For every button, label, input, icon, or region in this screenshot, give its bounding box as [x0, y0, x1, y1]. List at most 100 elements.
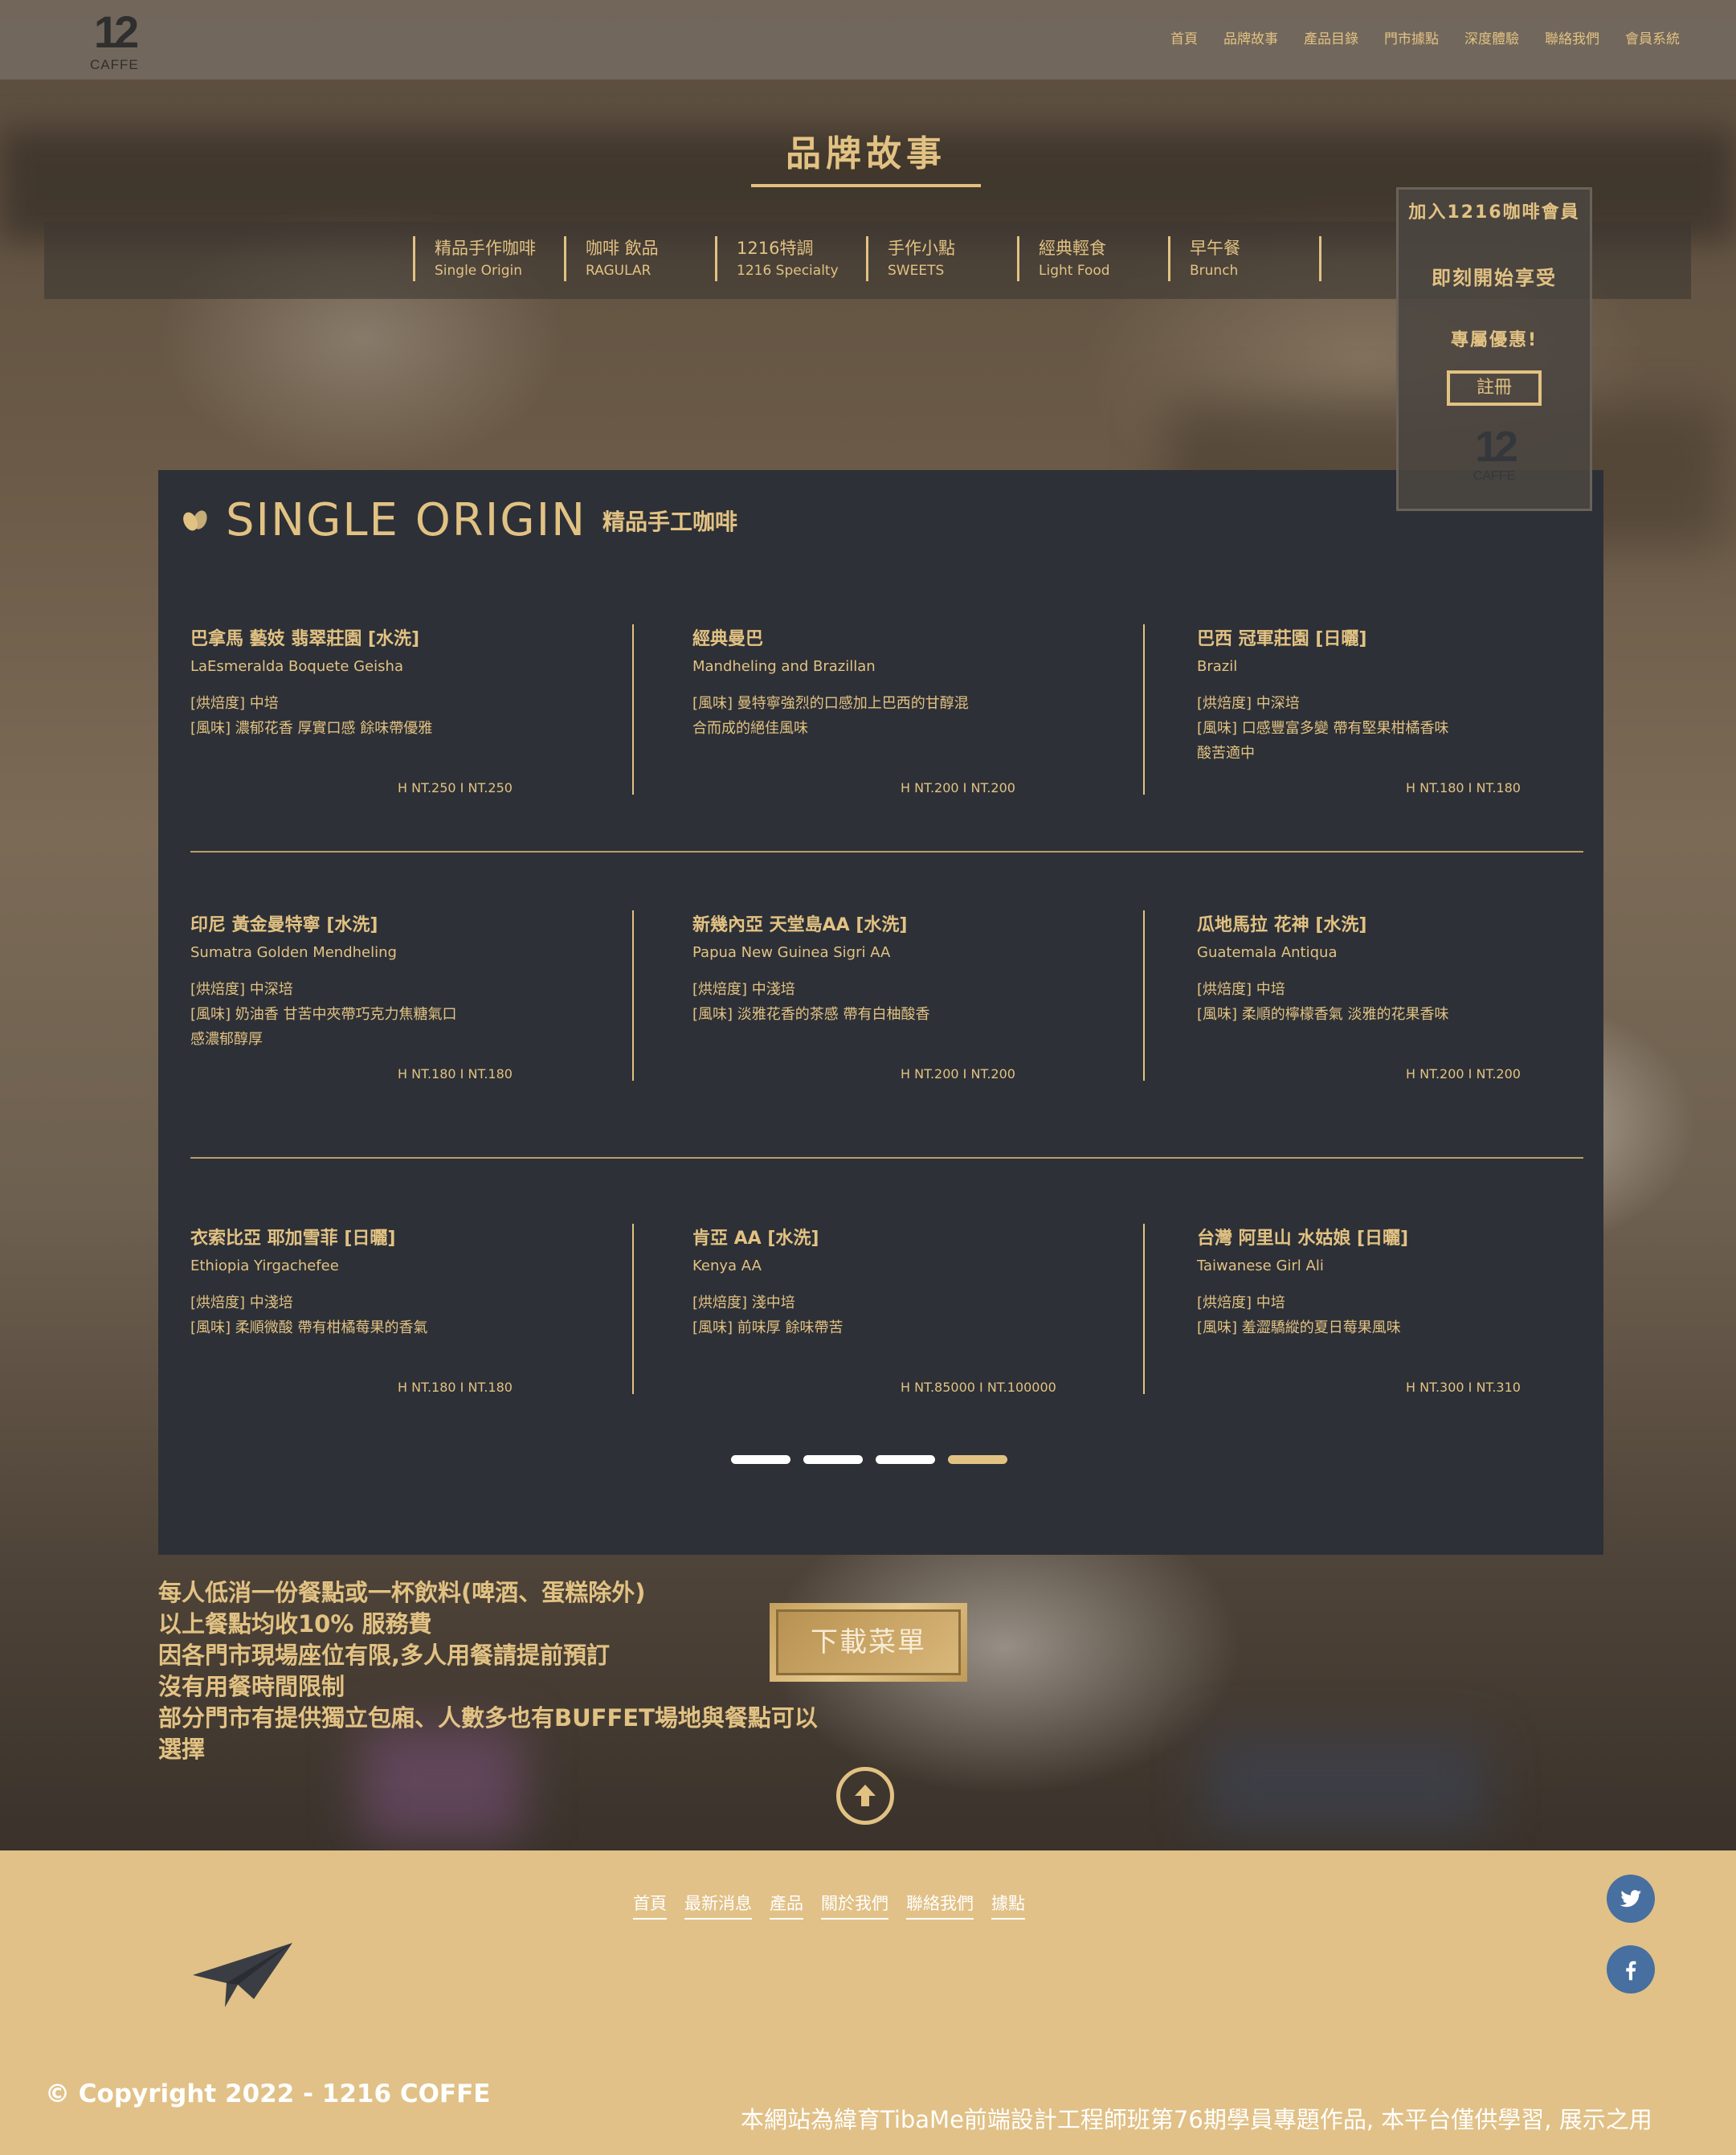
- category-label: 早午餐: [1190, 239, 1240, 258]
- item-price: H NT.200 I NT.200: [901, 1066, 1015, 1082]
- facebook-icon: [1626, 1961, 1636, 1981]
- category-specialty[interactable]: 1216特調 1216 Specialty: [715, 236, 839, 281]
- item-english-name: Mandheling and Brazillan: [692, 658, 876, 675]
- note-line: 每人低消一份餐點或一杯飲料(啤酒、蛋糕除外): [158, 1579, 646, 1606]
- category-light-food[interactable]: 經典輕食 Light Food: [1017, 236, 1110, 281]
- item-english-name: Guatemala Antiqua: [1197, 944, 1338, 961]
- item-detail: [風味] 羞澀驕縱的夏日莓果風味: [1197, 1319, 1401, 1336]
- menu-panel: SINGLE ORIGIN 精品手工咖啡 巴拿馬 藝妓 翡翠莊園 [水洗] La…: [158, 470, 1603, 1555]
- paper-plane-icon: [193, 1943, 292, 2007]
- disclaimer-text: 本網站為緯育TibaMe前端設計工程師班第76期學員專題作品, 本平台僅供學習,…: [741, 2106, 1652, 2133]
- column-divider: [632, 624, 634, 795]
- carousel-dot[interactable]: [731, 1455, 790, 1464]
- item-english-name: Taiwanese Girl Ali: [1197, 1257, 1324, 1274]
- category-regular[interactable]: 咖啡 飲品 RAGULAR: [564, 236, 659, 281]
- column-divider: [632, 910, 634, 1081]
- item-name: 巴拿馬 藝妓 翡翠莊園 [水洗]: [190, 629, 420, 649]
- logo[interactable]: 12 CAFFE: [90, 6, 139, 76]
- footer-nav: 首頁 最新消息 產品 關於我們 聯絡我們 據點: [633, 1891, 1025, 1920]
- title-underline: [751, 184, 981, 187]
- menu-item: 巴西 冠軍莊園 [日曬] Brazil [烘焙度] 中深培 [風味] 口感豐富多…: [1197, 624, 1647, 766]
- category-sweets[interactable]: 手作小點 SWEETS: [866, 236, 955, 281]
- footer-link-news[interactable]: 最新消息: [684, 1891, 752, 1920]
- menu-subtitle: 精品手工咖啡: [602, 508, 738, 535]
- twitter-button[interactable]: [1607, 1875, 1655, 1923]
- item-detail: [烘焙度] 淺中培: [692, 1294, 795, 1311]
- item-detail: [烘焙度] 中深培: [1197, 695, 1300, 712]
- nav-products[interactable]: 產品目錄: [1304, 27, 1358, 47]
- carousel-dot-active[interactable]: [948, 1455, 1007, 1464]
- item-detail: [烘焙度] 中培: [190, 695, 279, 712]
- nav-home[interactable]: 首頁: [1170, 27, 1198, 47]
- item-detail: [風味] 奶油香 甘苦中夾帶巧克力焦糖氣口: [190, 1006, 457, 1023]
- main-nav: 首頁 品牌故事 產品目錄 門市據點 深度體驗 聯絡我們 會員系統: [1170, 27, 1680, 47]
- note-line: 沒有用餐時間限制: [158, 1673, 345, 1700]
- item-detail: 酸苦適中: [1197, 745, 1255, 762]
- item-english-name: Kenya AA: [692, 1257, 762, 1274]
- menu-item: 衣索比亞 耶加雪菲 [日曬] Ethiopia Yirgachefee [烘焙度…: [190, 1224, 640, 1340]
- item-detail: [風味] 柔順微酸 帶有柑橘莓果的香氣: [190, 1319, 428, 1336]
- category-label: 咖啡 飲品: [586, 239, 659, 258]
- coffee-bean-icon: [180, 508, 210, 533]
- facebook-button[interactable]: [1607, 1945, 1655, 1993]
- category-divider: [1319, 236, 1321, 281]
- item-price: H NT.85000 I NT.100000: [901, 1380, 1056, 1395]
- menu-item: 印尼 黃金曼特寧 [水洗] Sumatra Golden Mendheling …: [190, 910, 640, 1052]
- note-line: 以上餐點均收10% 服務費: [158, 1610, 432, 1638]
- footer-link-about[interactable]: 關於我們: [821, 1891, 888, 1920]
- column-divider: [1143, 910, 1145, 1081]
- carousel-dot[interactable]: [803, 1455, 863, 1464]
- item-price: H NT.300 I NT.310: [1406, 1380, 1521, 1395]
- nav-experience[interactable]: 深度體驗: [1464, 27, 1519, 47]
- logo-number: 12: [1474, 423, 1518, 471]
- footer-link-locations[interactable]: 據點: [991, 1891, 1025, 1920]
- item-detail: [烘焙度] 中深培: [190, 981, 293, 998]
- dining-notes: 每人低消一份餐點或一杯飲料(啤酒、蛋糕除外) 以上餐點均收10% 服務費 因各門…: [158, 1577, 841, 1765]
- item-name: 台灣 阿里山 水姑娘 [日曬]: [1197, 1229, 1409, 1249]
- download-menu-label: 下載菜單: [776, 1609, 961, 1675]
- menu-item: 台灣 阿里山 水姑娘 [日曬] Taiwanese Girl Ali [烘焙度]…: [1197, 1224, 1647, 1340]
- item-english-name: Brazil: [1197, 658, 1238, 675]
- category-sublabel: Light Food: [1039, 263, 1110, 279]
- menu-item: 新幾內亞 天堂島AA [水洗] Papua New Guinea Sigri A…: [692, 910, 1142, 1027]
- category-sublabel: Single Origin: [435, 263, 523, 279]
- footer-link-products[interactable]: 產品: [770, 1891, 803, 1920]
- category-label: 手作小點: [888, 239, 955, 258]
- item-name: 印尼 黃金曼特寧 [水洗]: [190, 915, 378, 935]
- carousel-dot[interactable]: [876, 1455, 935, 1464]
- category-brunch[interactable]: 早午餐 Brunch: [1168, 236, 1240, 281]
- scroll-to-top-button[interactable]: [836, 1767, 894, 1825]
- member-logo: 12 CAFFE: [1470, 423, 1518, 483]
- member-tagline: 即刻開始享受: [1432, 267, 1557, 289]
- nav-member[interactable]: 會員系統: [1625, 27, 1680, 47]
- item-name: 瓜地馬拉 花神 [水洗]: [1197, 915, 1367, 935]
- item-price: H NT.250 I NT.250: [398, 780, 513, 795]
- footer: 首頁 最新消息 產品 關於我們 聯絡我們 據點 © Copyright 2022…: [0, 1850, 1736, 2155]
- menu-item: 瓜地馬拉 花神 [水洗] Guatemala Antiqua [烘焙度] 中培 …: [1197, 910, 1647, 1027]
- item-price: H NT.180 I NT.180: [1406, 780, 1521, 795]
- menu-item: 經典曼巴 Mandheling and Brazillan [風味] 曼特寧強烈…: [692, 624, 1142, 741]
- item-detail: 感濃郁醇厚: [190, 1031, 263, 1048]
- category-single-origin[interactable]: 精品手作咖啡 Single Origin: [413, 236, 536, 281]
- item-english-name: Sumatra Golden Mendheling: [190, 944, 397, 961]
- footer-link-contact[interactable]: 聯絡我們: [906, 1891, 974, 1920]
- note-line: 部分門市有提供獨立包廂、人數多也有BUFFET場地與餐點可以: [158, 1704, 818, 1732]
- item-detail: [烘焙度] 中淺培: [692, 981, 795, 998]
- footer-link-home[interactable]: 首頁: [633, 1891, 667, 1920]
- category-label: 經典輕食: [1039, 239, 1106, 258]
- page-title: 品牌故事: [786, 133, 946, 174]
- member-offer: 專屬優惠!: [1450, 330, 1538, 350]
- carousel-pagination: [731, 1455, 1007, 1464]
- note-line: 選擇: [158, 1736, 206, 1763]
- nav-stores[interactable]: 門市據點: [1384, 27, 1439, 47]
- item-detail: [風味] 口感豐富多變 帶有堅果柑橘香味: [1197, 720, 1449, 737]
- nav-contact[interactable]: 聯絡我們: [1545, 27, 1599, 47]
- download-menu-button[interactable]: 下載菜單: [770, 1603, 967, 1682]
- nav-brand-story[interactable]: 品牌故事: [1223, 27, 1278, 47]
- item-english-name: Ethiopia Yirgachefee: [190, 1257, 339, 1274]
- item-name: 肯亞 AA [水洗]: [692, 1229, 819, 1249]
- menu-title: SINGLE ORIGIN: [226, 494, 587, 546]
- item-name: 衣索比亞 耶加雪菲 [日曬]: [190, 1229, 396, 1249]
- register-button[interactable]: 註冊: [1447, 370, 1542, 406]
- category-label: 精品手作咖啡: [435, 239, 536, 258]
